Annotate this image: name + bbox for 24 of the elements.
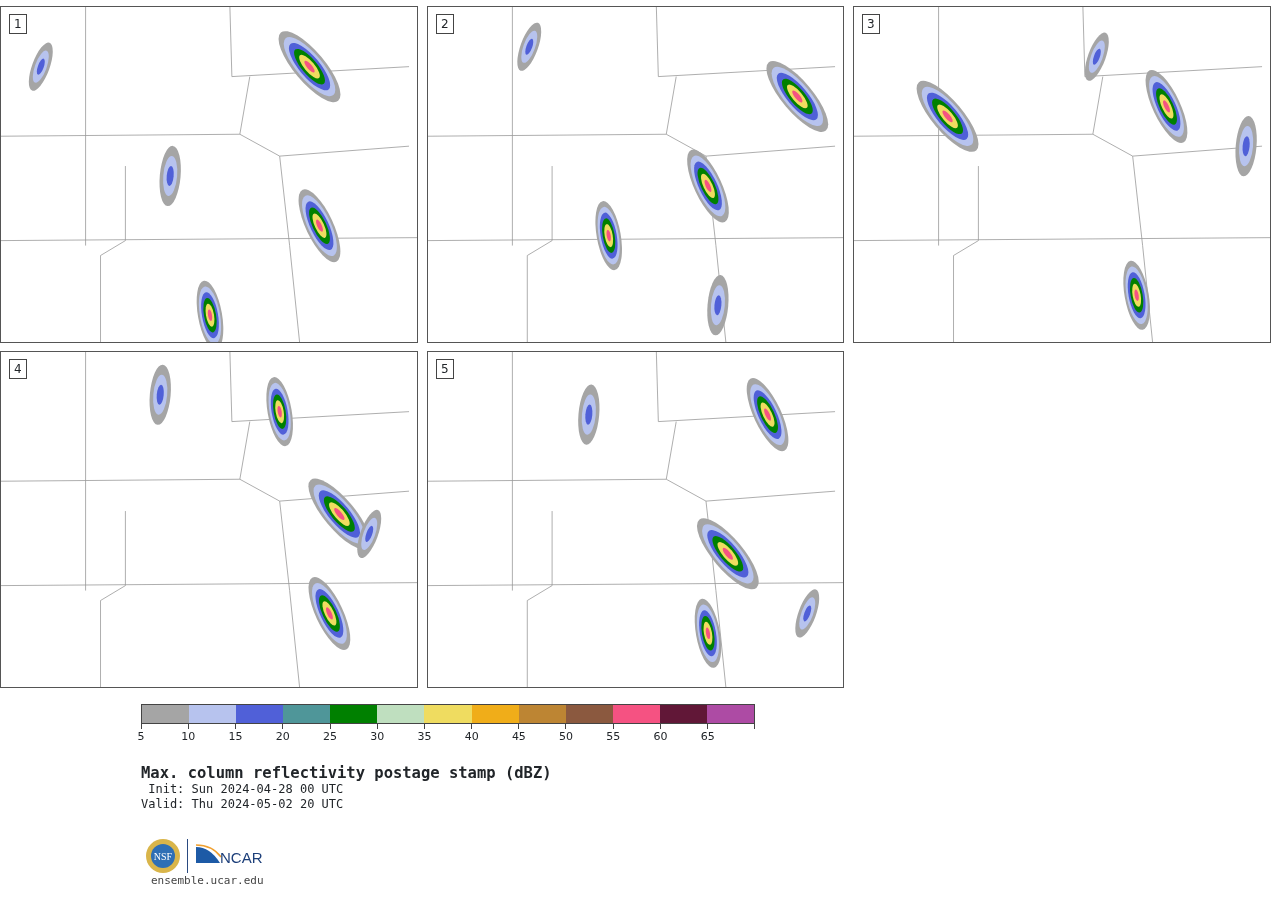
panel-number: 4	[9, 359, 27, 379]
chart-title: Max. column reflectivity postage stamp (dBZ)	[141, 764, 553, 782]
tick-label: 55	[606, 729, 621, 745]
nsf-logo: NSF	[145, 838, 181, 874]
tick-label: 25	[322, 729, 337, 745]
tick-label: 35	[417, 729, 432, 745]
tick-label: 65	[700, 729, 715, 745]
tick-label: 40	[464, 729, 479, 745]
init-time: Init: Sun 2024-04-28 00 UTC	[147, 782, 345, 797]
tick-label: 60	[653, 729, 668, 745]
tick-label: 5	[137, 729, 145, 745]
tick-label: 30	[370, 729, 385, 745]
tick-label: 15	[228, 729, 243, 745]
panel-number: 3	[862, 14, 880, 34]
panel-number: 2	[436, 14, 454, 34]
panel-number: 5	[436, 359, 454, 379]
tick-label: 45	[511, 729, 526, 745]
tick-label: 10	[181, 729, 196, 745]
ncar-logo: NCAR	[194, 841, 268, 871]
site-url: ensemble.ucar.edu	[151, 874, 265, 888]
tick-label: 50	[559, 729, 574, 745]
tick-label: 20	[275, 729, 290, 745]
valid-time: Valid: Thu 2024-05-02 20 UTC	[141, 797, 345, 812]
panel-number: 1	[9, 14, 27, 34]
